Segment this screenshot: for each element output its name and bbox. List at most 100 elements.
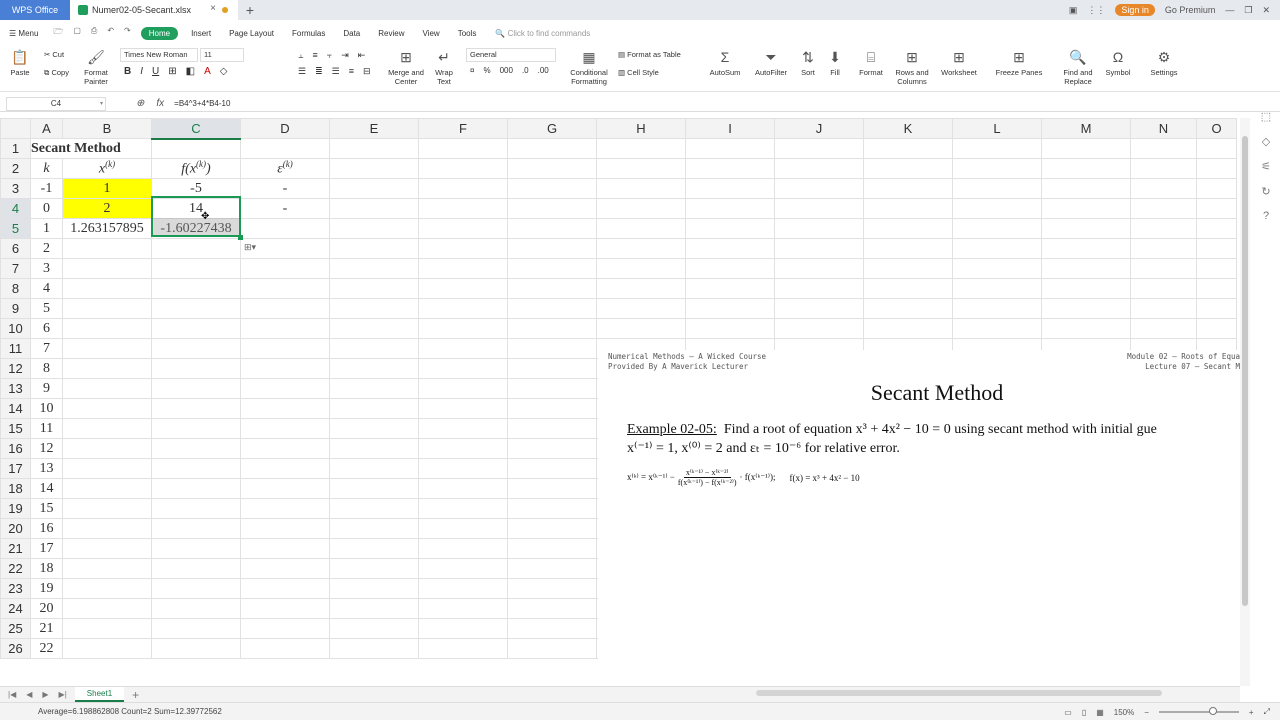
outdent-icon[interactable]: ⇤ [358, 50, 366, 61]
restore-icon[interactable]: ❐ [1244, 5, 1252, 16]
distribute-icon[interactable]: ⊟ [363, 66, 371, 77]
cell-a9[interactable]: 5 [30, 298, 63, 319]
format-as-table-button[interactable]: ▤ Format as Table [618, 50, 681, 59]
cell[interactable] [863, 278, 953, 299]
row-header[interactable]: 18 [0, 478, 31, 499]
cell[interactable] [863, 318, 953, 339]
cell-a26[interactable]: 22 [30, 638, 63, 659]
cell[interactable] [507, 338, 597, 359]
cell[interactable] [329, 258, 419, 279]
cell[interactable] [62, 378, 152, 399]
tab-formulas[interactable]: Formulas [283, 29, 334, 38]
view-page-icon[interactable]: ▯ [1082, 708, 1086, 717]
cell[interactable] [151, 338, 241, 359]
cell[interactable] [1196, 318, 1237, 339]
align-bottom-icon[interactable]: ⫟ [327, 50, 332, 61]
cell[interactable] [507, 498, 597, 519]
cell[interactable] [329, 458, 419, 479]
cell-c2[interactable]: f(x(k)) [151, 158, 241, 179]
cell[interactable] [329, 478, 419, 499]
cell[interactable] [329, 498, 419, 519]
column-header-k[interactable]: K [863, 118, 953, 139]
cell[interactable] [1041, 278, 1131, 299]
window-close-icon[interactable]: ✕ [1262, 5, 1270, 16]
cell[interactable] [62, 318, 152, 339]
font-name-select[interactable]: Times New Roman [120, 48, 198, 62]
cell[interactable] [151, 418, 241, 439]
cell[interactable] [151, 578, 241, 599]
cell-a23[interactable]: 19 [30, 578, 63, 599]
cell[interactable] [507, 458, 597, 479]
cell[interactable] [507, 538, 597, 559]
cell[interactable] [418, 438, 508, 459]
document-tab[interactable]: Numer02-05-Secant.xlsx × [70, 0, 238, 20]
font-size-select[interactable]: 11 [200, 48, 244, 62]
row-header[interactable]: 13 [0, 378, 31, 399]
cell[interactable] [952, 318, 1042, 339]
column-header-j[interactable]: J [774, 118, 864, 139]
cell[interactable] [151, 438, 241, 459]
sidebar-help-icon[interactable]: ? [1263, 210, 1269, 222]
cell[interactable] [62, 278, 152, 299]
cell[interactable] [62, 418, 152, 439]
cell[interactable] [418, 378, 508, 399]
align-top-icon[interactable]: ⫠ [298, 50, 303, 61]
cell[interactable] [774, 298, 864, 319]
cell[interactable] [151, 318, 241, 339]
cell[interactable] [62, 258, 152, 279]
row-header[interactable]: 9 [0, 298, 31, 319]
fill-button[interactable]: ⬇ Fill [824, 48, 846, 77]
font-color-icon[interactable]: A [204, 66, 211, 77]
conditional-formatting-button[interactable]: ▦ Conditional Formatting [566, 48, 612, 86]
cell-c5[interactable]: -1.60227438 [151, 218, 241, 239]
cell[interactable] [62, 538, 152, 559]
cell[interactable] [418, 338, 508, 359]
cell[interactable] [151, 258, 241, 279]
cell-a22[interactable]: 18 [30, 558, 63, 579]
cell[interactable] [863, 258, 953, 279]
sign-in-button[interactable]: Sign in [1115, 4, 1155, 16]
cell[interactable] [418, 538, 508, 559]
cell[interactable] [1041, 318, 1131, 339]
cell-a16[interactable]: 12 [30, 438, 63, 459]
cell-d2[interactable]: ε(k) [240, 158, 330, 179]
cell-a6[interactable]: 2 [30, 238, 63, 259]
horizontal-scrollbar[interactable] [756, 690, 1162, 696]
cell[interactable] [952, 258, 1042, 279]
percent-icon[interactable]: % [483, 66, 490, 75]
cell-a1[interactable]: Secant Method [30, 138, 152, 159]
cell-a11[interactable]: 7 [30, 338, 63, 359]
cell[interactable] [863, 238, 953, 259]
cell[interactable] [507, 358, 597, 379]
cell-a14[interactable]: 10 [30, 398, 63, 419]
cell[interactable] [329, 438, 419, 459]
cell[interactable] [418, 358, 508, 379]
cell-a12[interactable]: 8 [30, 358, 63, 379]
cell[interactable] [240, 578, 330, 599]
view-break-icon[interactable]: ▦ [1096, 708, 1104, 717]
sidebar-history-icon[interactable]: ↻ [1261, 185, 1270, 198]
cell[interactable] [151, 518, 241, 539]
cell[interactable] [62, 338, 152, 359]
cell[interactable] [240, 338, 330, 359]
cell-a2[interactable]: k [30, 158, 63, 179]
select-all-corner[interactable] [0, 118, 31, 139]
cell[interactable] [418, 258, 508, 279]
cell[interactable] [151, 398, 241, 419]
cell[interactable] [596, 298, 686, 319]
menu-button[interactable]: ☰ Menu [0, 29, 47, 38]
cell[interactable] [240, 278, 330, 299]
cell[interactable] [62, 458, 152, 479]
cell[interactable] [62, 578, 152, 599]
app-tab[interactable]: WPS Office [0, 0, 70, 20]
cell[interactable] [240, 498, 330, 519]
row-header[interactable]: 1 [0, 138, 31, 159]
clear-icon[interactable]: ◇ [220, 66, 228, 77]
cell[interactable] [240, 258, 330, 279]
cell[interactable] [240, 438, 330, 459]
cell[interactable] [507, 438, 597, 459]
zoom-slider[interactable] [1158, 707, 1239, 715]
cell[interactable] [507, 578, 597, 599]
cell[interactable] [240, 358, 330, 379]
cell[interactable] [62, 498, 152, 519]
